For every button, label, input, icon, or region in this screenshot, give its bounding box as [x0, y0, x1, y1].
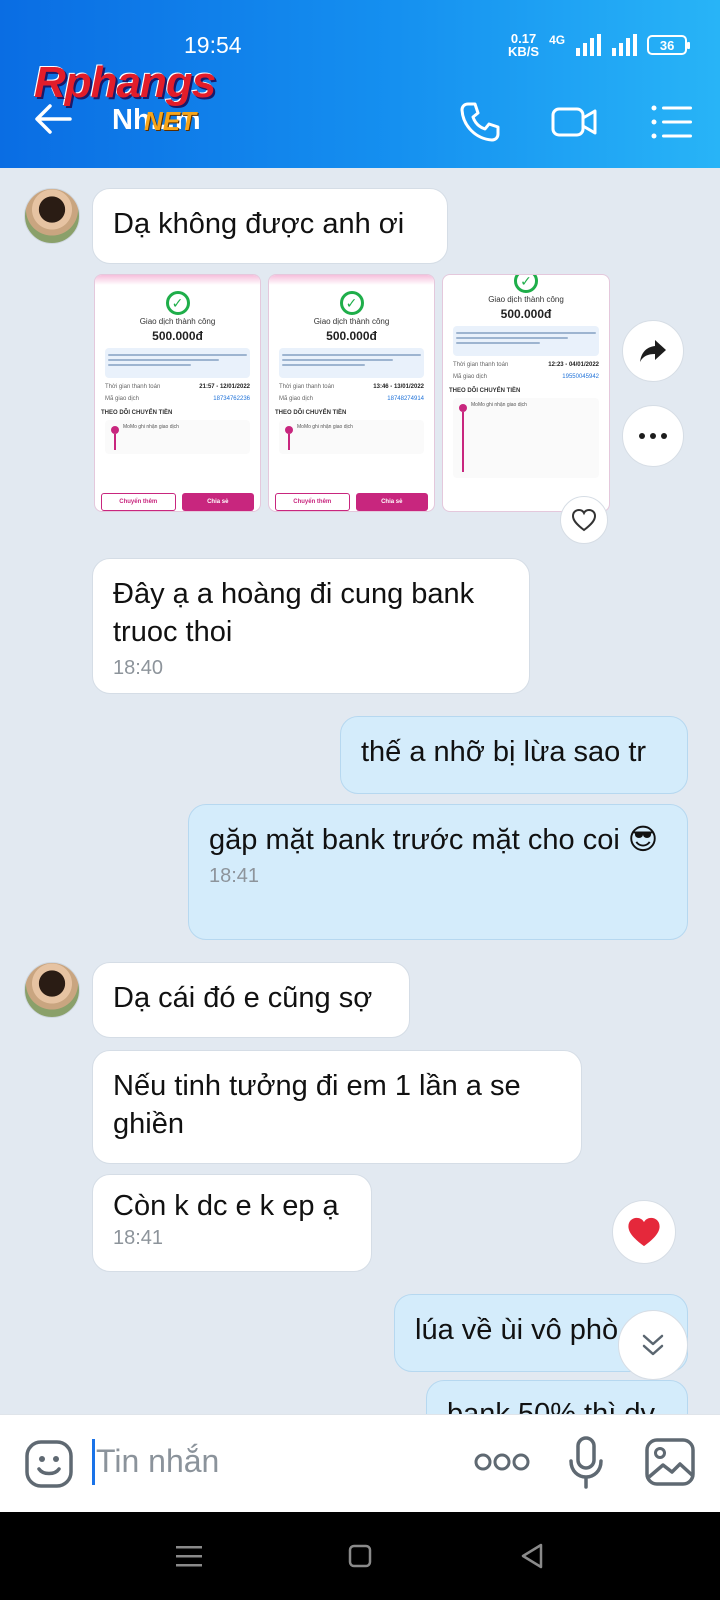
react-heart-button[interactable]	[560, 496, 608, 544]
message-time: 18:41	[113, 1227, 164, 1249]
info-box	[105, 348, 250, 378]
signal-icon-2	[612, 34, 638, 56]
avatar[interactable]	[24, 962, 80, 1018]
back-triangle-icon[interactable]	[520, 1542, 544, 1570]
reaction-heart-badge[interactable]	[612, 1200, 676, 1264]
message-bubble[interactable]: Dạ không được anh ơi	[92, 188, 448, 264]
message-bubble[interactable]: Đây ạ a hoàng đi cung bank truoc thoi 18…	[92, 558, 530, 694]
image-gallery-icon[interactable]	[644, 1437, 696, 1487]
message-input-bar: Tin nhắn	[0, 1414, 720, 1512]
message-bubble[interactable]: Còn k dc e k ep ạ 18:41	[92, 1174, 372, 1272]
message-bubble-outgoing[interactable]: thế a nhỡ bị lừa sao tr	[340, 716, 688, 794]
transaction-screenshot[interactable]: ✓ Giao dịch thành công 500.000đ Thời gia…	[442, 274, 610, 512]
watermark-logo: Rphangs	[34, 58, 216, 107]
check-icon: ✓	[514, 275, 538, 293]
scroll-to-bottom-button[interactable]	[618, 1310, 688, 1380]
check-icon: ✓	[165, 291, 190, 315]
forward-button[interactable]	[622, 320, 684, 382]
signal-icon	[576, 34, 602, 56]
heart-outline-icon	[571, 508, 597, 532]
menu-list-icon[interactable]	[648, 98, 696, 146]
transaction-screenshot[interactable]: ✓ Giao dịch thành công 500.000đ Thời gia…	[268, 274, 435, 512]
more-options-button[interactable]	[622, 405, 684, 467]
forward-arrow-icon	[640, 340, 666, 362]
info-box	[453, 326, 599, 356]
message-text: Nếu tinh tưởng đi em 1 lần a se ghiền	[113, 1070, 521, 1140]
video-call-icon[interactable]	[550, 98, 598, 146]
more-dots-icon	[639, 433, 667, 439]
avatar[interactable]	[24, 188, 80, 244]
status-time: 19:54	[184, 32, 242, 58]
text-caret	[92, 1439, 95, 1485]
home-icon[interactable]	[348, 1544, 372, 1568]
message-bubble[interactable]: Nếu tinh tưởng đi em 1 lần a se ghiền	[92, 1050, 582, 1164]
message-input[interactable]: Tin nhắn	[96, 1443, 219, 1480]
message-text: Còn k dc e k ep ạ	[113, 1190, 339, 1222]
transaction-screenshot[interactable]: ✓ Giao dịch thành công 500.000đ Thời gia…	[94, 274, 261, 512]
double-chevron-down-icon	[642, 1334, 664, 1356]
check-icon: ✓	[339, 291, 364, 315]
battery-icon: 36	[647, 35, 691, 55]
message-bubble[interactable]: Dạ cái đó e cũng sợ	[92, 962, 410, 1038]
message-bubble-outgoing[interactable]: găp mặt bank trước mặt cho coi 😎 18:41	[188, 804, 688, 940]
system-nav-bar	[0, 1512, 720, 1600]
message-time: 18:41	[209, 865, 260, 887]
message-text: Đây ạ a hoàng đi cung bank truoc thoi	[113, 578, 475, 648]
message-text: găp mặt bank trước mặt cho coi 😎	[209, 824, 659, 856]
recent-apps-icon[interactable]	[176, 1544, 202, 1568]
emoji-sticker-icon[interactable]	[24, 1439, 74, 1489]
message-time: 18:40	[113, 657, 164, 679]
phone-call-icon[interactable]	[456, 98, 504, 146]
net-speed: 0.17 KB/S	[508, 31, 540, 59]
watermark-logo-net: NET	[144, 106, 196, 136]
message-text: Dạ không được anh ơi	[113, 208, 405, 240]
info-box	[279, 348, 424, 378]
status-indicators: 0.17 KB/S 4G 36	[508, 31, 691, 59]
chat-header: 19:54 0.17 KB/S 4G 36 Nh...m Rphangs NET	[0, 0, 720, 168]
heart-filled-icon	[628, 1217, 660, 1247]
microphone-icon[interactable]	[566, 1435, 606, 1491]
more-actions-icon[interactable]	[474, 1451, 530, 1473]
message-text: thế a nhỡ bị lừa sao tr	[361, 736, 647, 768]
network-4g-label: 4G	[549, 33, 566, 47]
message-text: Dạ cái đó e cũng sợ	[113, 982, 373, 1014]
